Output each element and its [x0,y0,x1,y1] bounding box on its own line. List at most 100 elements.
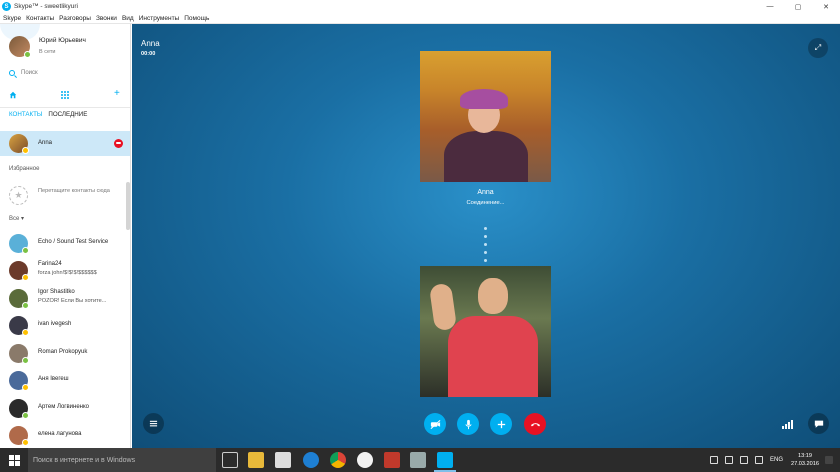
home-icon[interactable] [9,91,17,99]
photo-detail [444,131,528,182]
skype-taskbar-icon[interactable] [437,452,453,468]
photo-detail [448,316,538,397]
list-item[interactable]: Roman Prokopyuk [0,340,125,367]
add-to-call-button[interactable] [490,413,512,435]
list-item[interactable]: ivan ivegesh [0,312,125,339]
list-item[interactable]: елена лагунова [0,422,125,448]
menu-tools[interactable]: Инструменты [139,15,180,22]
photo-detail [478,278,508,314]
signal-strength-icon[interactable] [782,419,794,429]
video-toggle-button[interactable] [424,413,446,435]
minimize-button[interactable]: — [756,0,784,13]
avatar [9,316,29,336]
close-button[interactable]: ✕ [812,0,840,13]
active-contact-item[interactable]: Anna [0,131,130,156]
favorites-drop-zone: ★ Перетащите контакты сюда [9,184,121,208]
title-bar: S Skype™ - sweetlikyuri — ▢ ✕ [0,0,840,13]
tab-recent[interactable]: ПОСЛЕДНИЕ [48,111,87,125]
call-state: Соединение... [466,200,505,206]
edge-icon[interactable] [303,452,319,468]
online-status-icon [22,302,29,309]
avatar [9,261,29,281]
network-icon[interactable] [739,456,748,464]
photos-icon[interactable] [410,452,426,468]
scrollbar[interactable] [126,182,130,230]
hang-up-button[interactable] [524,413,546,435]
profile-panel[interactable]: Юрий Юрьевич В сети [0,24,130,66]
taskbar-search[interactable]: Поиск в интернете и в Windows [28,448,216,472]
search-input[interactable]: Поиск [0,66,130,80]
away-status-icon [22,329,29,336]
battery-icon[interactable] [724,456,733,464]
notifications-icon[interactable] [825,456,833,464]
contact-name: ivan ivegesh [38,321,72,327]
call-list-button[interactable] [143,413,164,434]
add-icon[interactable]: + [114,89,120,99]
photo-detail [428,282,458,332]
connecting-dots-icon [484,227,488,267]
contact-name: Anna [38,140,53,146]
chrome-icon[interactable] [330,452,346,468]
away-status-icon [22,147,29,154]
contact-tabs: КОНТАКТЫ ПОСЛЕДНИЕ [0,111,130,125]
caller-photo [420,266,551,397]
chat-button[interactable] [808,413,829,434]
maximize-button[interactable]: ▢ [784,0,812,13]
online-status-icon [22,247,29,254]
contact-name: Roman Prokopyuk [38,349,88,355]
app-icon[interactable] [384,452,400,468]
contact-name: Артем Логвиненко [38,404,90,410]
video-off-icon [430,419,440,429]
list-item[interactable]: Igor Shastitko POZOR! Если Вы хотите... [0,285,125,312]
call-view: Anna 00:00 ⤢ Anna Соединение... [132,24,840,448]
task-view-icon[interactable] [222,452,238,468]
fullscreen-button[interactable]: ⤢ [808,38,828,58]
avatar [9,371,29,391]
contact-name: Farina24 [38,261,62,267]
avatar [9,234,29,254]
photo-detail [460,89,508,109]
start-button[interactable] [0,448,28,472]
tray-icon[interactable] [709,456,718,464]
volume-icon[interactable] [754,456,763,464]
callee-photo [420,51,551,182]
call-timer: 00:00 [141,51,156,57]
tab-contacts[interactable]: КОНТАКТЫ [9,111,42,125]
contact-name: Аня Івегеш [38,376,69,382]
avatar[interactable] [9,36,31,58]
chat-icon [814,420,823,428]
divider [0,107,130,108]
avatar [9,344,29,364]
menu-calls[interactable]: Звонки [96,15,117,22]
avatar [9,289,29,309]
menu-contacts[interactable]: Контакты [26,15,54,22]
menu-bar: Skype Контакты Разговоры Звонки Вид Инст… [0,13,840,24]
taskbar: Поиск в интернете и в Windows ENG 13:19 … [0,448,840,472]
menu-skype[interactable]: Skype [3,15,21,22]
search-icon [9,70,15,76]
clock[interactable]: 13:19 27.03.2016 [791,452,819,468]
list-item[interactable]: Артем Логвиненко [0,395,125,422]
callee-name: Anna [477,189,494,196]
file-explorer-icon[interactable] [248,452,264,468]
dialpad-icon[interactable] [61,91,69,99]
all-contacts-filter[interactable]: Все ▾ [9,215,24,222]
menu-conversations[interactable]: Разговоры [59,15,91,22]
contact-name: Echo / Sound Test Service [38,239,109,245]
list-item[interactable]: Farina24 forza john!$!$!$!$$$$$$ [0,257,125,284]
yandex-browser-icon[interactable] [357,452,373,468]
favorites-hint: Перетащите контакты сюда [38,188,110,194]
profile-name: Юрий Юрьевич [39,37,86,44]
menu-help[interactable]: Помощь [184,15,209,22]
avatar [9,426,29,446]
list-item[interactable]: Аня Івегеш [0,367,125,394]
avatar [9,134,29,154]
nav-icons: + [0,88,130,102]
profile-status[interactable]: В сети [39,49,55,55]
menu-view[interactable]: Вид [122,15,134,22]
mute-button[interactable] [457,413,479,435]
language-indicator[interactable]: ENG [770,457,783,463]
active-call-icon [114,139,123,148]
store-icon[interactable] [275,452,291,468]
list-item[interactable]: Echo / Sound Test Service [0,230,125,257]
